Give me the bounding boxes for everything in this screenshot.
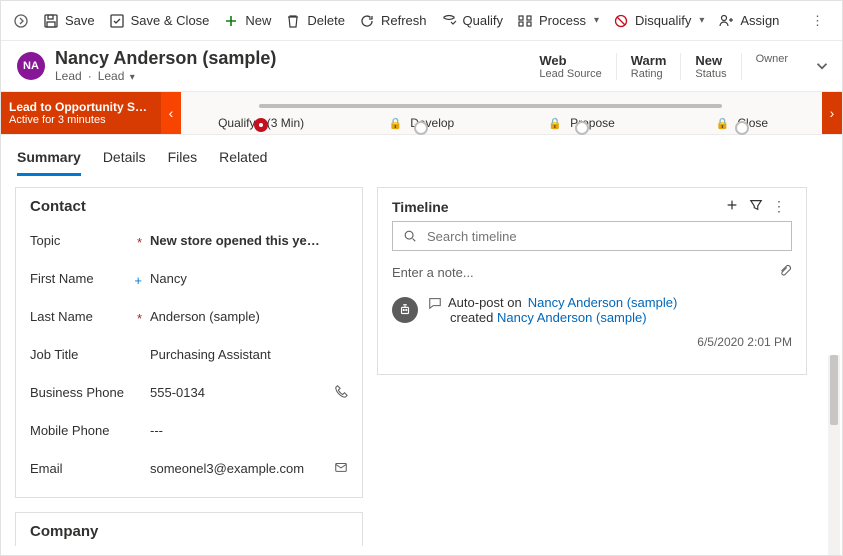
chevron-down-icon: ▾ [699, 15, 704, 26]
save-button[interactable]: Save [43, 13, 95, 29]
timeline-filter-button[interactable] [744, 198, 768, 215]
header-expand-button[interactable] [802, 57, 842, 75]
lock-icon: 🔒 [548, 117, 562, 130]
firstname-field[interactable]: Nancy [150, 271, 348, 286]
phone-icon[interactable] [334, 384, 348, 401]
lock-icon: 🔒 [389, 117, 403, 130]
section-title: Contact [16, 188, 362, 221]
email-field[interactable]: someonel3@example.com [150, 460, 348, 477]
scrollbar[interactable] [828, 355, 840, 556]
tab-list: Summary Details Files Related [1, 135, 842, 177]
assign-button[interactable]: Assign [718, 13, 779, 29]
timeline-section: Timeline ⋮ Enter a note... [377, 187, 807, 375]
stage-develop[interactable]: 🔒Develop [341, 116, 501, 131]
process-info[interactable]: Lead to Opportunity Sale... Active for 3… [1, 92, 161, 134]
header-stats: WebLead Source WarmRating NewStatus Owne… [525, 53, 802, 80]
post-timestamp: 6/5/2020 2:01 PM [378, 335, 792, 349]
company-section: Company [15, 512, 363, 546]
record-title: Nancy Anderson (sample) [55, 49, 525, 69]
tab-related[interactable]: Related [219, 143, 267, 176]
search-icon [403, 229, 417, 243]
timeline-note-input[interactable]: Enter a note... [392, 259, 792, 285]
stage-close[interactable]: 🔒Close [662, 116, 822, 131]
section-title: Company [16, 513, 362, 546]
record-header: NA Nancy Anderson (sample) Lead· Lead ▾ … [1, 41, 842, 91]
post-link[interactable]: Nancy Anderson (sample) [497, 310, 647, 325]
lastname-field[interactable]: Anderson (sample) [150, 309, 348, 324]
post-link[interactable]: Nancy Anderson (sample) [528, 295, 678, 310]
attach-icon[interactable] [778, 264, 792, 281]
process-prev-button[interactable]: ‹ [161, 92, 181, 134]
chat-icon [428, 296, 442, 310]
contact-section: Contact Topic* New store opened this yea… [15, 187, 363, 498]
delete-button[interactable]: Delete [285, 13, 345, 29]
autopost-icon [392, 297, 418, 323]
form-selector[interactable]: Lead ▾ [98, 69, 135, 83]
refresh-button[interactable]: Refresh [359, 13, 427, 29]
businessphone-field[interactable]: 555-0134 [150, 384, 348, 401]
tab-details[interactable]: Details [103, 143, 146, 176]
mail-icon[interactable] [334, 460, 348, 477]
tab-files[interactable]: Files [168, 143, 198, 176]
new-button[interactable]: New [223, 13, 271, 29]
avatar: NA [17, 52, 45, 80]
process-flow: Lead to Opportunity Sale... Active for 3… [1, 91, 842, 135]
overflow-button[interactable]: ⋮ [807, 13, 830, 29]
timeline-title: Timeline [392, 199, 720, 215]
record-subtitle: Lead· Lead ▾ [55, 69, 525, 83]
timeline-add-button[interactable] [720, 198, 744, 215]
stage-propose[interactable]: 🔒Propose [502, 116, 662, 131]
chevron-down-icon: ▾ [594, 15, 599, 26]
process-line [259, 104, 722, 108]
process-button[interactable]: Process ▾ [517, 13, 599, 29]
save-close-button[interactable]: Save & Close [109, 13, 210, 29]
jobtitle-field[interactable]: Purchasing Assistant [150, 347, 348, 362]
lock-icon: 🔒 [716, 117, 730, 130]
mobilephone-field[interactable]: --- [150, 423, 348, 438]
disqualify-button[interactable]: Disqualify ▾ [613, 13, 704, 29]
command-bar: Save Save & Close New Delete Refresh Qua… [1, 1, 842, 41]
timeline-search-input[interactable] [425, 228, 781, 245]
stage-qualify[interactable]: Qualify (3 Min) [181, 116, 341, 130]
qualify-button[interactable]: Qualify [441, 13, 503, 29]
record-nav-icon[interactable] [13, 13, 29, 29]
timeline-overflow-button[interactable]: ⋮ [768, 198, 792, 215]
tab-summary[interactable]: Summary [17, 143, 81, 176]
process-next-button[interactable]: › [822, 92, 842, 134]
timeline-search[interactable] [392, 221, 792, 251]
timeline-post[interactable]: Auto-post on Nancy Anderson (sample) cre… [392, 295, 792, 325]
scrollbar-thumb[interactable] [830, 355, 838, 425]
topic-field[interactable]: New store opened this year - f... [150, 233, 348, 248]
